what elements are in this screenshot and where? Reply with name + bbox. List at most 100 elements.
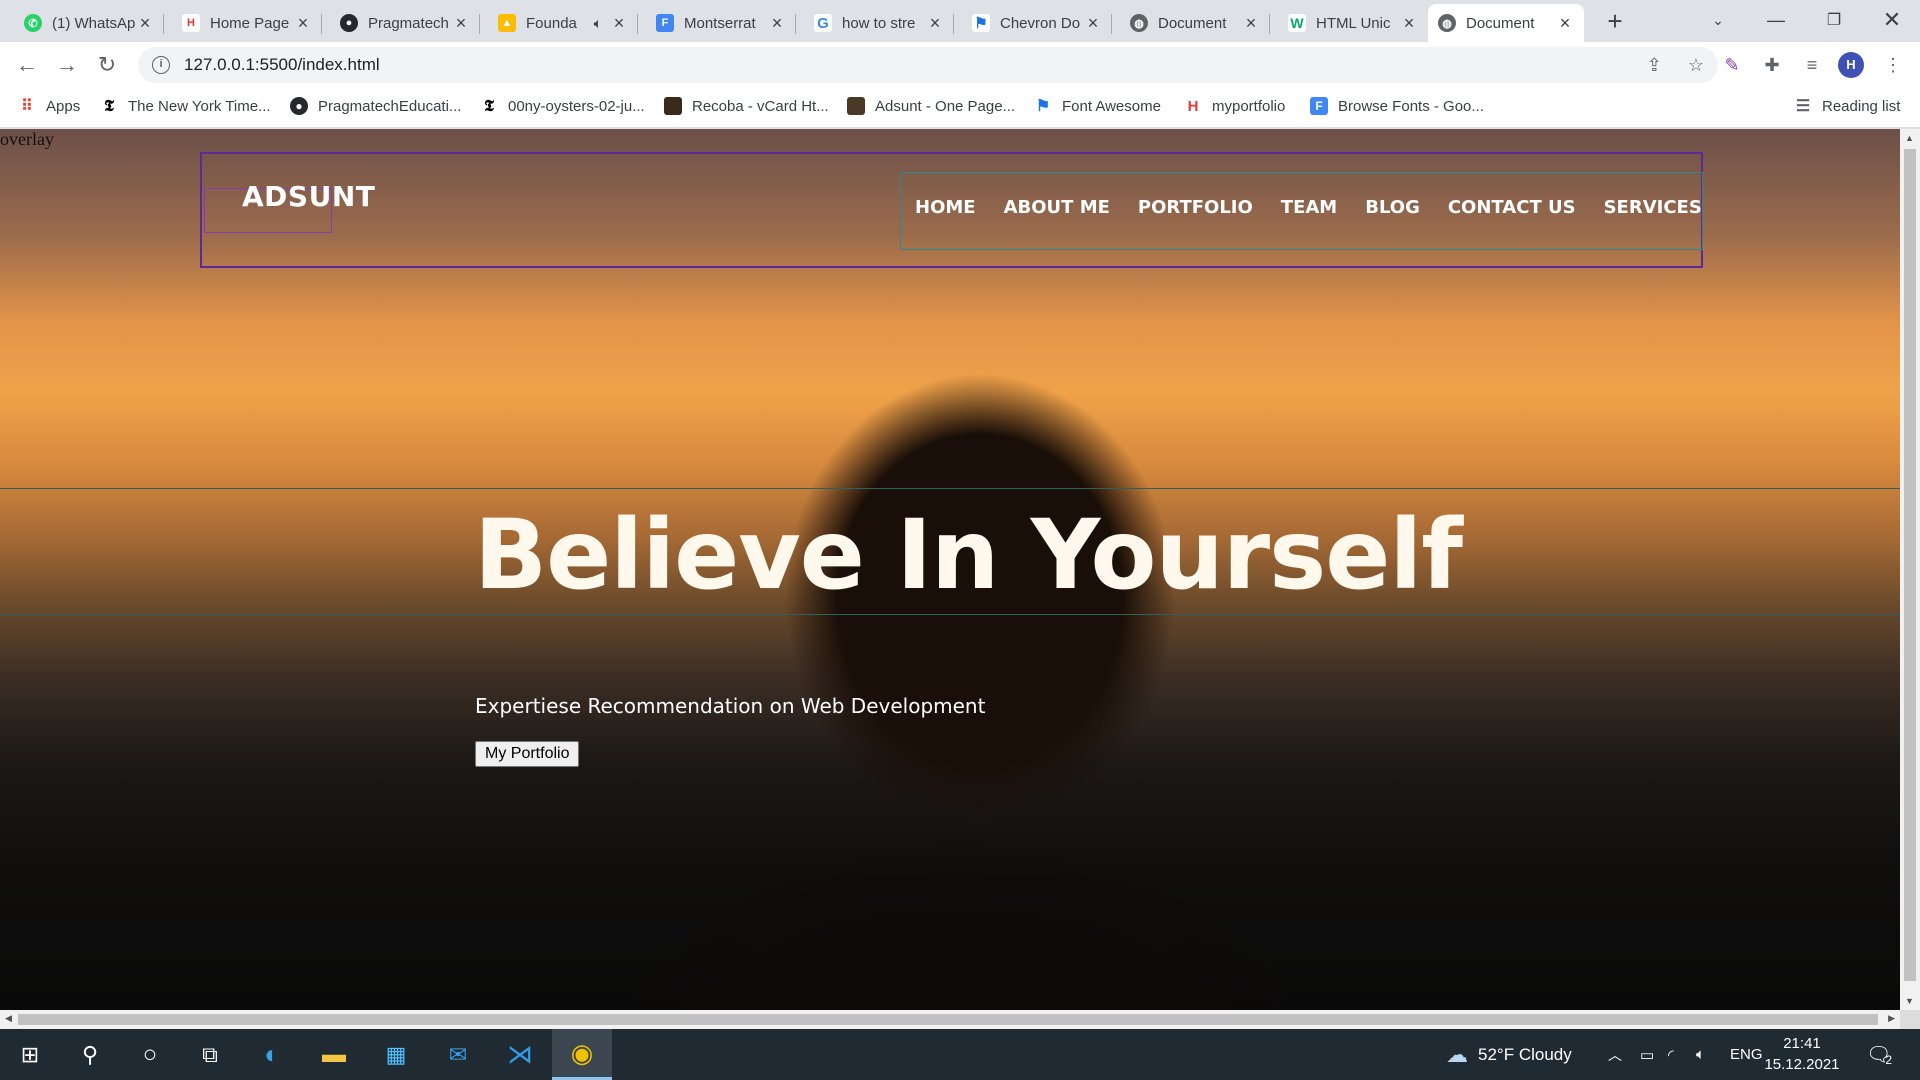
google-icon: G bbox=[814, 14, 832, 32]
tab-html-unicode[interactable]: W HTML Unic × bbox=[1278, 4, 1428, 42]
vscode-icon[interactable]: ⋊ bbox=[490, 1029, 550, 1080]
close-icon[interactable]: × bbox=[1084, 13, 1102, 34]
nav-portfolio[interactable]: PORTFOLIO bbox=[1138, 197, 1253, 218]
weather-widget[interactable]: ☁ 52°F Cloudy bbox=[1446, 1029, 1572, 1080]
page-viewport: overlay ADSUNT HOME ABOUT ME PORTFOLIO T… bbox=[0, 129, 1900, 1010]
site-header: ADSUNT HOME ABOUT ME PORTFOLIO TEAM BLOG… bbox=[200, 152, 1703, 268]
browser-toolbar: ← → ↻ i 127.0.0.1:5500/index.html ⇪ ☆ ✎ … bbox=[0, 42, 1920, 88]
nav-contact-us[interactable]: CONTACT US bbox=[1448, 197, 1576, 218]
scroll-down-arrow-icon[interactable]: ▼ bbox=[1905, 996, 1914, 1006]
google-fonts-icon: F bbox=[1310, 97, 1328, 115]
search-icon[interactable]: ⚲ bbox=[60, 1029, 120, 1080]
github-icon: ● bbox=[290, 97, 308, 115]
mail-icon[interactable]: ✉ bbox=[428, 1029, 488, 1080]
wifi-icon[interactable]: ◜ bbox=[1668, 1029, 1674, 1080]
bookmark-recoba[interactable]: Recoba - vCard Ht... bbox=[664, 88, 829, 124]
scroll-left-arrow-icon[interactable]: ◀ bbox=[5, 1013, 12, 1024]
nav-services[interactable]: SERVICES bbox=[1604, 197, 1702, 218]
menu-kebab-icon[interactable]: ⋮ bbox=[1876, 48, 1910, 82]
tab-title: Pragmatech bbox=[368, 14, 449, 32]
flag-icon: ⚑ bbox=[1035, 98, 1051, 115]
bookmark-nyt[interactable]: 𝕿 The New York Time... bbox=[100, 88, 270, 124]
close-icon[interactable]: × bbox=[452, 13, 470, 34]
nav-team[interactable]: TEAM bbox=[1281, 197, 1337, 218]
tab-home-page[interactable]: H Home Page × bbox=[172, 4, 322, 42]
language-indicator[interactable]: ENG bbox=[1730, 1029, 1763, 1080]
task-view-icon[interactable]: ⧉ bbox=[180, 1029, 240, 1080]
media-control-icon[interactable]: ≡ bbox=[1795, 48, 1829, 82]
reload-button[interactable]: ↻ bbox=[90, 48, 124, 82]
my-portfolio-button[interactable]: My Portfolio bbox=[475, 741, 580, 767]
tab-founda[interactable]: ▲ Founda 🔈︎ × bbox=[488, 4, 638, 42]
tab-montserrat[interactable]: F Montserrat × bbox=[646, 4, 796, 42]
chrome-icon[interactable]: ◉ bbox=[552, 1029, 612, 1080]
nav-home[interactable]: HOME bbox=[915, 197, 976, 218]
forward-button[interactable]: → bbox=[50, 48, 84, 82]
close-icon[interactable]: × bbox=[1400, 13, 1418, 34]
horizontal-scrollbar[interactable]: ◀ ▶ bbox=[0, 1010, 1900, 1029]
microsoft-store-icon[interactable]: ▦ bbox=[366, 1029, 426, 1080]
scroll-right-arrow-icon[interactable]: ▶ bbox=[1888, 1013, 1895, 1024]
close-icon[interactable]: × bbox=[926, 13, 944, 34]
close-icon[interactable]: × bbox=[1556, 13, 1574, 34]
cortana-icon[interactable]: ○ bbox=[120, 1029, 180, 1080]
tab-google-search[interactable]: G how to stre × bbox=[804, 4, 954, 42]
extensions-puzzle-icon[interactable]: ✚ bbox=[1755, 48, 1789, 82]
horizontal-scroll-thumb[interactable] bbox=[18, 1014, 1878, 1025]
tab-chevron[interactable]: ⚑ Chevron Do × bbox=[962, 4, 1112, 42]
system-clock[interactable]: 21:41 15.12.2021 bbox=[1762, 1033, 1842, 1075]
bookmark-apps[interactable]: ⠿ Apps bbox=[18, 88, 80, 124]
close-icon[interactable]: × bbox=[768, 13, 786, 34]
nav-about-me[interactable]: ABOUT ME bbox=[1004, 197, 1110, 218]
tab-title: Montserrat bbox=[684, 14, 756, 32]
close-icon[interactable]: × bbox=[136, 13, 154, 34]
back-button[interactable]: ← bbox=[10, 48, 44, 82]
tab-document-active[interactable]: ◍ Document × bbox=[1428, 4, 1584, 42]
reading-list-button[interactable]: ☰ Reading list bbox=[1794, 88, 1901, 124]
close-icon[interactable]: × bbox=[610, 13, 628, 34]
share-icon[interactable]: ⇪ bbox=[1647, 55, 1662, 76]
bookmark-star-icon[interactable]: ☆ bbox=[1688, 55, 1704, 76]
main-nav: HOME ABOUT ME PORTFOLIO TEAM BLOG CONTAC… bbox=[900, 172, 1703, 250]
tab-whatsapp[interactable]: ✆ (1) WhatsApp × bbox=[14, 4, 164, 42]
edge-browser-icon[interactable]: ◐ bbox=[242, 1029, 302, 1080]
restore-button[interactable]: ❐ bbox=[1806, 0, 1862, 40]
profile-avatar[interactable]: H bbox=[1838, 52, 1864, 78]
address-bar[interactable]: i 127.0.0.1:5500/index.html ⇪ ☆ bbox=[138, 47, 1718, 83]
close-window-button[interactable]: ✕ bbox=[1864, 0, 1920, 40]
site-info-icon[interactable]: i bbox=[152, 56, 170, 74]
tab-document-1[interactable]: ◍ Document × bbox=[1120, 4, 1270, 42]
file-explorer-icon[interactable]: ▬ bbox=[304, 1029, 364, 1080]
notifications-icon[interactable]: 🗨︎ 2 bbox=[1866, 1029, 1892, 1080]
h-site-icon: H bbox=[182, 14, 200, 32]
scroll-up-arrow-icon[interactable]: ▲ bbox=[1905, 133, 1914, 143]
bookmark-pragmatech[interactable]: ● PragmatechEducati... bbox=[290, 88, 461, 124]
bookmark-font-awesome[interactable]: ⚑ Font Awesome bbox=[1034, 88, 1161, 124]
nyt-icon: 𝕿 bbox=[104, 96, 114, 115]
new-tab-button[interactable]: + bbox=[1599, 6, 1631, 38]
tab-title: HTML Unic bbox=[1316, 14, 1391, 32]
device-icon[interactable]: ▭ bbox=[1640, 1029, 1654, 1080]
windows-start-icon[interactable]: ⊞ bbox=[0, 1029, 60, 1080]
overlay-text: overlay bbox=[0, 129, 54, 149]
bookmark-myportfolio[interactable]: H myportfolio bbox=[1184, 88, 1286, 124]
url-text[interactable]: 127.0.0.1:5500/index.html bbox=[184, 55, 380, 75]
minimize-button[interactable]: — bbox=[1748, 0, 1804, 40]
vertical-scroll-thumb[interactable] bbox=[1904, 149, 1916, 981]
speaker-icon[interactable]: 🔈︎ bbox=[594, 15, 602, 32]
bookmark-oysters[interactable]: 𝕿 00ny-oysters-02-ju... bbox=[480, 88, 645, 124]
bookmark-google-fonts[interactable]: F Browse Fonts - Goo... bbox=[1310, 88, 1484, 124]
pen-extension-icon[interactable]: ✎ bbox=[1715, 48, 1749, 82]
show-hidden-icons-chevron-icon[interactable]: ︿ bbox=[1608, 1029, 1622, 1080]
site-logo[interactable]: ADSUNT bbox=[242, 180, 375, 213]
vertical-scrollbar[interactable]: ▲ ▼ bbox=[1900, 129, 1920, 1010]
close-icon[interactable]: × bbox=[1242, 13, 1260, 34]
volume-icon[interactable]: 🔈︎ bbox=[1696, 1029, 1705, 1080]
google-fonts-icon: F bbox=[656, 14, 674, 32]
bookmark-adsunt[interactable]: Adsunt - One Page... bbox=[847, 88, 1015, 124]
tab-pragmatech[interactable]: ● Pragmatech × bbox=[330, 4, 480, 42]
nav-blog[interactable]: BLOG bbox=[1365, 197, 1420, 218]
tab-search-chevron-icon[interactable]: ⌄ bbox=[1690, 0, 1746, 40]
close-icon[interactable]: × bbox=[294, 13, 312, 34]
clock-date: 15.12.2021 bbox=[1764, 1056, 1840, 1073]
